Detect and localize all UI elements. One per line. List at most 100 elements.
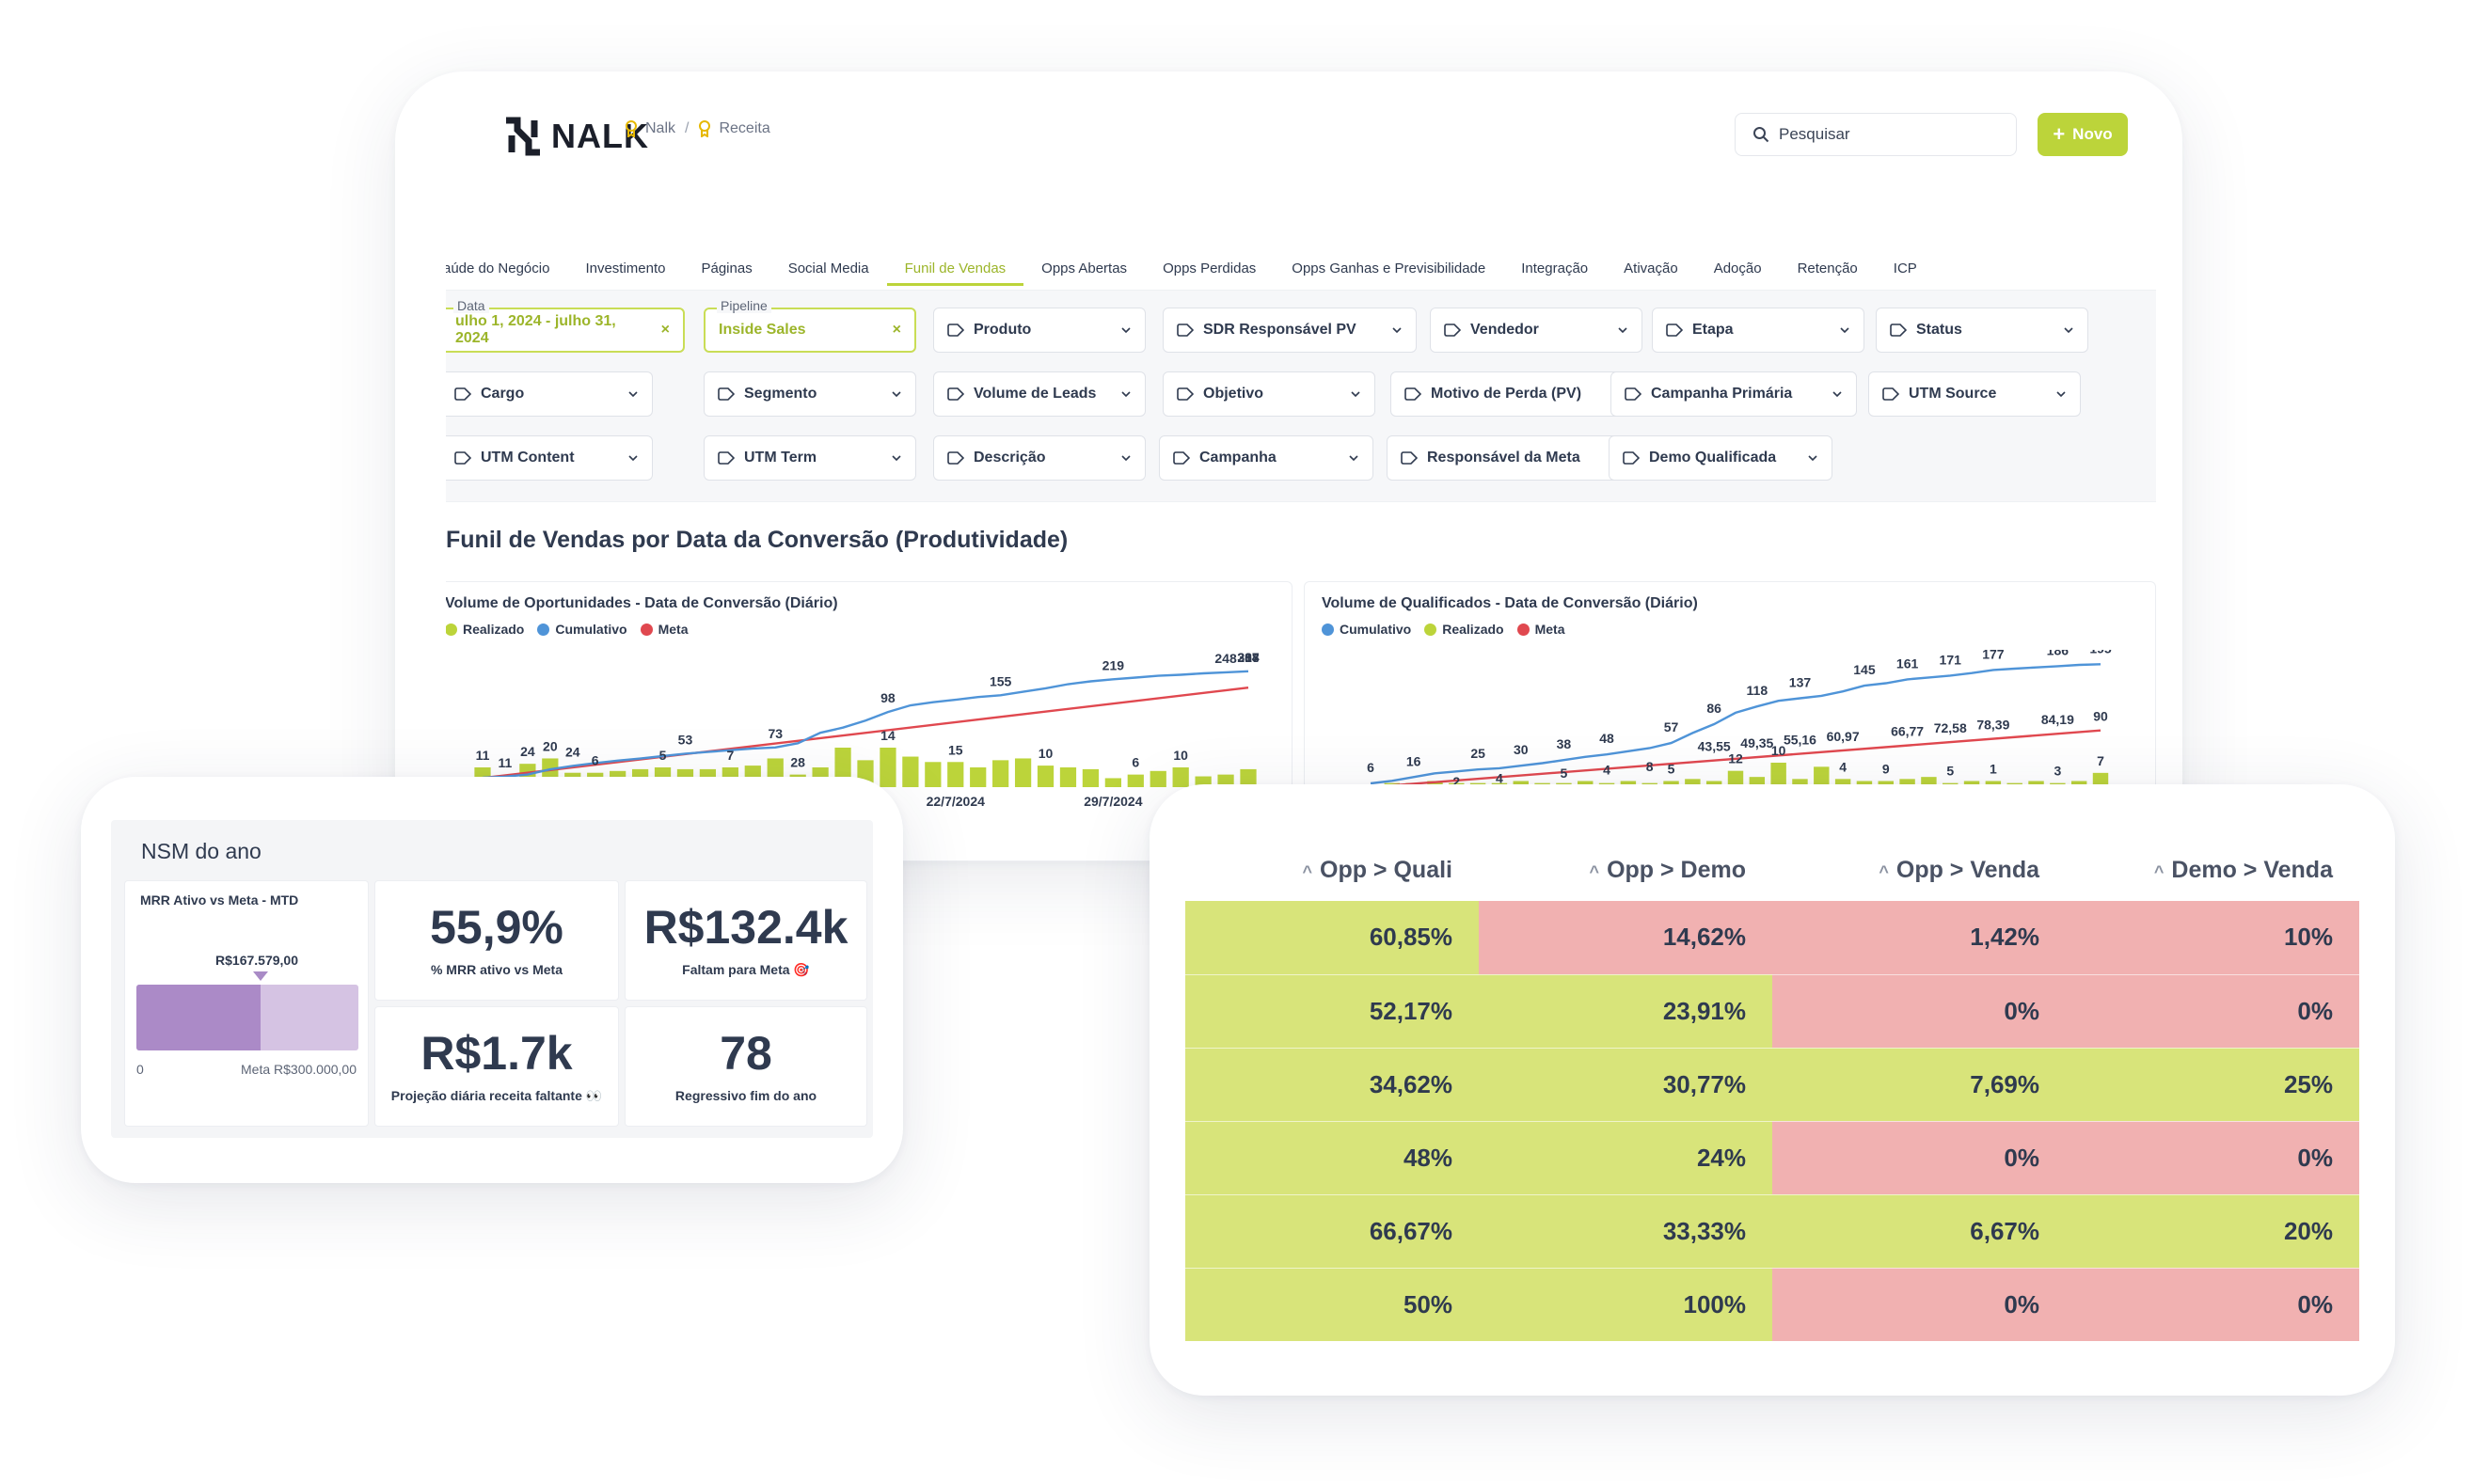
table-cell[interactable]: 0%	[2066, 1121, 2359, 1195]
tab-11[interactable]: Retenção	[1780, 252, 1876, 286]
table-cell[interactable]: 33,33%	[1479, 1194, 1772, 1269]
filter-row2-6[interactable]: UTM Source	[1868, 371, 2081, 417]
bar-29[interactable]	[1127, 774, 1144, 787]
nsm-panel: NSM do ano MRR Ativo vs Meta - MTD R$167…	[111, 820, 873, 1138]
filter-row1-4[interactable]: Status	[1876, 308, 2088, 353]
column-header-label: Demo > Venda	[2171, 856, 2333, 883]
filter-row2-4[interactable]: Motivo de Perda (PV)	[1390, 371, 1639, 417]
tab-3[interactable]: Social Media	[770, 252, 887, 286]
filter-row3-1[interactable]: UTM Term	[704, 435, 916, 481]
clear-icon[interactable]: ×	[661, 322, 670, 339]
tab-9[interactable]: Ativação	[1606, 252, 1696, 286]
sort-chevron-up-icon[interactable]: ^	[1590, 862, 1600, 881]
legend-dot-icon	[640, 623, 653, 636]
date-filter[interactable]: Data ulho 1, 2024 - julho 31, 2024 ×	[446, 298, 685, 353]
table-cell[interactable]: 10%	[2066, 901, 2359, 975]
filter-label: Motivo de Perda (PV)	[1431, 386, 1582, 402]
tab-12[interactable]: ICP	[1876, 252, 1935, 286]
filter-row2-0[interactable]: Cargo	[446, 371, 653, 417]
bar-26[interactable]	[1059, 767, 1077, 787]
column-header[interactable]: ^ Demo > Venda	[2066, 839, 2359, 901]
bar-23[interactable]	[992, 760, 1009, 787]
bar-24[interactable]	[1014, 758, 1032, 787]
tab-2[interactable]: Páginas	[683, 252, 769, 286]
legend-item[interactable]: Meta	[640, 622, 689, 637]
table-cell[interactable]: 48%	[1185, 1121, 1479, 1195]
table-cell[interactable]: 100%	[1479, 1268, 1772, 1342]
table-cell[interactable]: 66,67%	[1185, 1194, 1479, 1269]
bar-19[interactable]	[902, 756, 919, 787]
filter-row1-3[interactable]: Etapa	[1652, 308, 1864, 353]
bar-28[interactable]	[1104, 778, 1121, 787]
table-cell[interactable]: 30,77%	[1479, 1048, 1772, 1122]
table-cell[interactable]: 0%	[1772, 1121, 2066, 1195]
legend-item[interactable]: Cumulativo	[537, 622, 627, 637]
table-cell[interactable]: 25%	[2066, 1048, 2359, 1122]
tab-5[interactable]: Opps Abertas	[1023, 252, 1145, 286]
filter-row3-0[interactable]: UTM Content	[446, 435, 653, 481]
bar-25[interactable]	[1037, 766, 1055, 787]
table-cell[interactable]: 0%	[1772, 974, 2066, 1049]
filter-row2-2[interactable]: Volume de Leads	[933, 371, 1146, 417]
table-cell[interactable]: 20%	[2066, 1194, 2359, 1269]
filter-row3-2[interactable]: Descrição	[933, 435, 1146, 481]
search-input[interactable]: Pesquisar	[1735, 113, 2017, 156]
bar-27[interactable]	[1082, 768, 1100, 787]
table-cell[interactable]: 50%	[1185, 1268, 1479, 1342]
table-cell[interactable]: 0%	[1772, 1268, 2066, 1342]
data-label: 24	[565, 744, 580, 759]
breadcrumb-item-nalk[interactable]: Nalk	[625, 120, 675, 137]
sort-chevron-up-icon[interactable]: ^	[2154, 862, 2165, 881]
legend-item[interactable]: Meta	[1516, 622, 1565, 637]
tab-10[interactable]: Adoção	[1696, 252, 1780, 286]
legend-item[interactable]: Realizado	[446, 622, 524, 637]
column-header[interactable]: ^ Opp > Venda	[1772, 839, 2066, 901]
filter-row2-1[interactable]: Segmento	[704, 371, 916, 417]
filter-row1-1[interactable]: SDR Responsável PV	[1163, 308, 1417, 353]
chevron-down-icon	[892, 391, 901, 398]
bar-31[interactable]	[1172, 767, 1189, 787]
filter-row2-3[interactable]: Objetivo	[1163, 371, 1375, 417]
sort-chevron-up-icon[interactable]: ^	[1302, 862, 1312, 881]
column-header[interactable]: ^ Opp > Quali	[1185, 839, 1479, 901]
bar-20[interactable]	[925, 762, 942, 787]
tab-6[interactable]: Opps Perdidas	[1145, 252, 1274, 286]
filter-row3-5[interactable]: Demo Qualificada	[1609, 435, 1832, 481]
sort-chevron-up-icon[interactable]: ^	[1879, 862, 1889, 881]
table-cell[interactable]: 1,42%	[1772, 901, 2066, 975]
clear-icon[interactable]: ×	[893, 322, 901, 339]
new-button[interactable]: + Novo	[2038, 113, 2128, 156]
table-cell[interactable]: 7,69%	[1772, 1048, 2066, 1122]
data-label: 90	[2093, 709, 2108, 724]
filter-row1-0[interactable]: Produto	[933, 308, 1146, 353]
bar-21[interactable]	[947, 762, 964, 787]
table-cell[interactable]: 14,62%	[1479, 901, 1772, 975]
table-cell[interactable]: 0%	[2066, 974, 2359, 1049]
data-label: 118	[1747, 683, 1768, 698]
table-cell[interactable]: 0%	[2066, 1268, 2359, 1342]
pipeline-filter[interactable]: Pipeline Inside Sales ×	[704, 298, 916, 353]
filter-row1-2[interactable]: Vendedor	[1430, 308, 1642, 353]
tab-8[interactable]: Integração	[1503, 252, 1606, 286]
tab-4[interactable]: Funil de Vendas	[886, 252, 1024, 286]
bar-30[interactable]	[1150, 770, 1166, 787]
bar-18[interactable]	[880, 748, 896, 787]
breadcrumb-item-receita[interactable]: Receita	[698, 120, 770, 137]
column-header[interactable]: ^ Opp > Demo	[1479, 839, 1772, 901]
chevron-down-icon	[2064, 327, 2073, 334]
filter-row3-3[interactable]: Campanha	[1159, 435, 1373, 481]
table-cell[interactable]: 60,85%	[1185, 901, 1479, 975]
table-cell[interactable]: 24%	[1479, 1121, 1772, 1195]
tab-0[interactable]: aúde do Negócio	[446, 252, 567, 286]
tab-1[interactable]: Investimento	[567, 252, 683, 286]
table-cell[interactable]: 23,91%	[1479, 974, 1772, 1049]
table-cell[interactable]: 34,62%	[1185, 1048, 1479, 1122]
filter-row3-4[interactable]: Responsável da Meta	[1387, 435, 1633, 481]
tab-7[interactable]: Opps Ganhas e Previsibilidade	[1274, 252, 1503, 286]
table-cell[interactable]: 6,67%	[1772, 1194, 2066, 1269]
legend-item[interactable]: Realizado	[1424, 622, 1504, 637]
table-cell[interactable]: 52,17%	[1185, 974, 1479, 1049]
bar-22[interactable]	[970, 767, 987, 787]
legend-item[interactable]: Cumulativo	[1322, 622, 1411, 637]
filter-row2-5[interactable]: Campanha Primária	[1610, 371, 1857, 417]
